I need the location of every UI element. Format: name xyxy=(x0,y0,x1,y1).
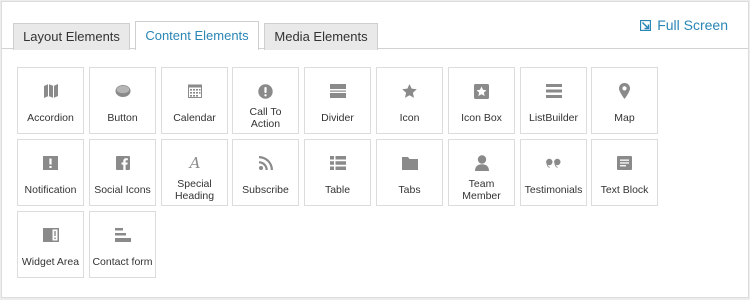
element-tile-subscribe[interactable]: Subscribe xyxy=(232,139,299,206)
button-pill-icon xyxy=(90,82,155,100)
user-icon xyxy=(449,154,514,172)
element-label: Subscribe xyxy=(242,184,289,196)
rss-icon xyxy=(233,154,298,172)
element-label: Text Block xyxy=(600,184,649,196)
fullscreen-button[interactable]: Full Screen xyxy=(640,17,728,33)
element-label: Calendar xyxy=(173,112,216,124)
element-label: ListBuilder xyxy=(528,112,579,124)
element-label: Divider xyxy=(321,112,354,124)
element-tile-button[interactable]: Button xyxy=(89,67,156,134)
element-tile-text-block[interactable]: Text Block xyxy=(591,139,658,206)
element-label: Notification xyxy=(24,184,77,196)
folder-icon xyxy=(377,154,442,172)
map-folded-icon xyxy=(18,82,83,100)
element-tile-contact-form[interactable]: Contact form xyxy=(89,211,156,278)
tab-media-elements[interactable]: Media Elements xyxy=(264,23,378,50)
form-lines-icon xyxy=(90,226,155,244)
element-tile-icon-box[interactable]: Icon Box xyxy=(448,67,515,134)
tab-content-elements[interactable]: Content Elements xyxy=(135,21,259,50)
element-label: Icon xyxy=(399,112,420,124)
quote-icon xyxy=(521,154,586,172)
tab-layout-elements[interactable]: Layout Elements xyxy=(13,23,130,50)
script-letter-icon: A xyxy=(162,154,227,172)
star-box-icon xyxy=(449,82,514,100)
map-pin-icon xyxy=(592,82,657,100)
element-label: Social Icons xyxy=(94,184,151,196)
element-label: Call To Action xyxy=(249,106,282,130)
fullscreen-label: Full Screen xyxy=(657,17,728,33)
expand-icon xyxy=(640,19,652,31)
element-label: Special Heading xyxy=(174,178,215,202)
page-builder-panel: Layout Elements Content Elements Media E… xyxy=(1,1,749,298)
element-tile-testimonials[interactable]: Testimonials xyxy=(520,139,587,206)
element-label: Tabs xyxy=(398,184,421,196)
element-tile-table[interactable]: Table xyxy=(304,139,371,206)
element-tile-notification[interactable]: Notification xyxy=(17,139,84,206)
element-tile-accordion[interactable]: Accordion xyxy=(17,67,84,134)
element-label: Table xyxy=(324,184,351,196)
element-label: Contact form xyxy=(92,256,153,268)
list-lines-icon xyxy=(521,82,586,100)
element-label: Widget Area xyxy=(21,256,80,268)
text-block-icon xyxy=(592,154,657,172)
table-list-icon xyxy=(305,154,370,172)
facebook-icon xyxy=(90,154,155,172)
exclamation-square-icon xyxy=(18,154,83,172)
widget-area-icon xyxy=(18,226,83,244)
element-tile-call-to-action[interactable]: Call To Action xyxy=(232,67,299,134)
element-label: Button xyxy=(107,112,138,124)
element-tile-widget-area[interactable]: Widget Area xyxy=(17,211,84,278)
element-label: Accordion xyxy=(27,112,74,124)
exclamation-circle-icon xyxy=(233,82,298,100)
element-tile-map[interactable]: Map xyxy=(591,67,658,134)
element-tile-tabs[interactable]: Tabs xyxy=(376,139,443,206)
element-label: Testimonials xyxy=(524,184,583,196)
element-tile-social-icons[interactable]: Social Icons xyxy=(89,139,156,206)
element-tile-listbuilder[interactable]: ListBuilder xyxy=(520,67,587,134)
element-tile-divider[interactable]: Divider xyxy=(304,67,371,134)
svg-text:A: A xyxy=(188,155,201,171)
element-tile-special-heading[interactable]: A Special Heading xyxy=(161,139,228,206)
element-label: Team Member xyxy=(462,178,501,202)
element-tile-icon[interactable]: Icon xyxy=(376,67,443,134)
element-label: Icon Box xyxy=(461,112,502,124)
element-tile-team-member[interactable]: Team Member xyxy=(448,139,515,206)
star-icon xyxy=(377,82,442,100)
element-label: Map xyxy=(614,112,635,124)
element-tile-calendar[interactable]: Calendar xyxy=(161,67,228,134)
tab-bar: Layout Elements Content Elements Media E… xyxy=(2,2,748,50)
calendar-icon xyxy=(162,82,227,100)
divider-icon xyxy=(305,82,370,100)
